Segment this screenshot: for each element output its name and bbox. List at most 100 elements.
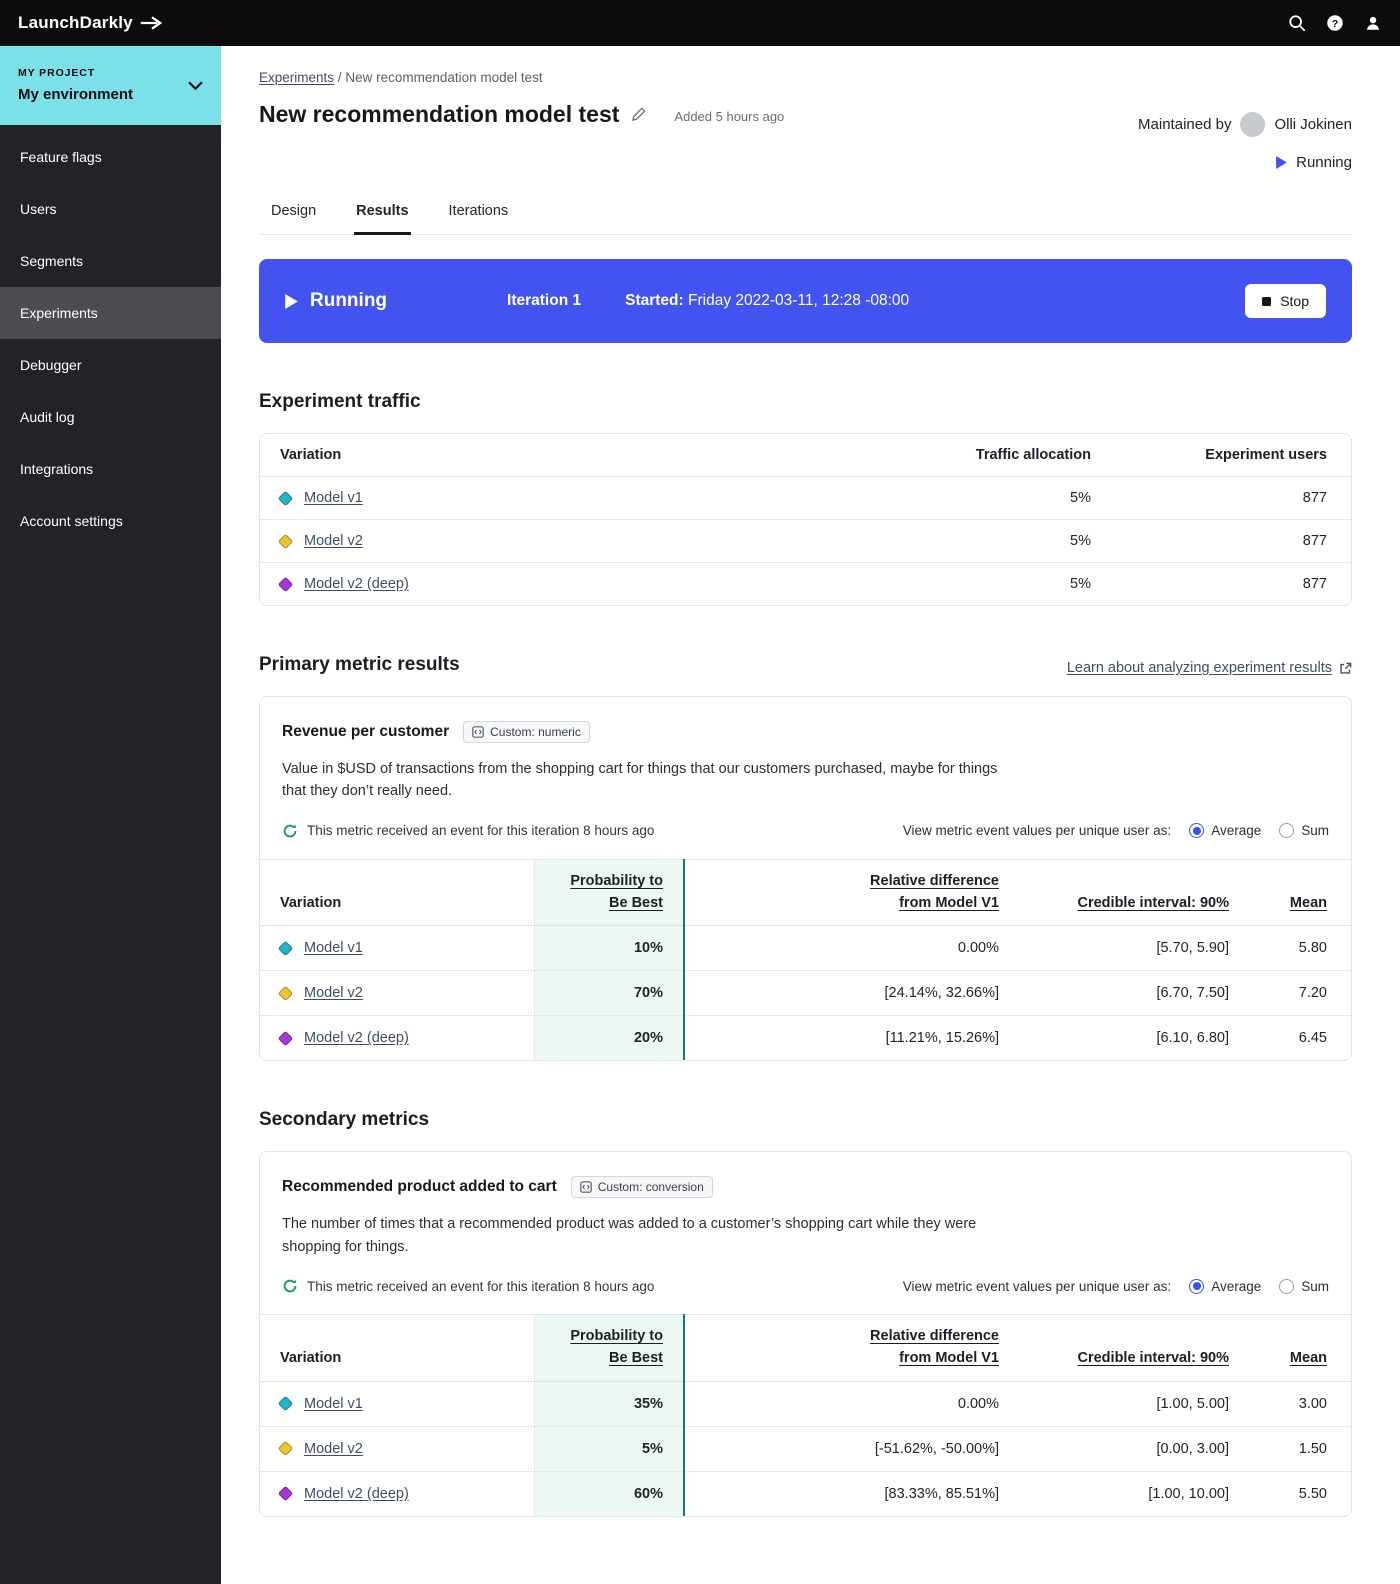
metric-kind-label: Custom: numeric [490,725,581,739]
radio-dot [1279,1278,1295,1294]
project-label: MY PROJECT [18,67,96,79]
mean-value: 7.20 [1249,970,1351,1016]
stop-button[interactable]: Stop [1245,284,1326,318]
radio-average[interactable]: Average [1189,1278,1261,1294]
tab-bar: Design Results Iterations [259,203,1352,235]
metric-head: Recommended product added to cart Custom… [282,1176,1329,1199]
secondary-metrics-heading: Secondary metrics [259,1109,430,1131]
variation-link[interactable]: Model v2 [304,985,363,1001]
learn-link-text: Learn about analyzing experiment results [1066,660,1332,676]
variation-link[interactable]: Model v1 [304,490,363,506]
col-traffic-allocation: Traffic allocation [975,447,1091,463]
iteration-banner: Running Iteration 1 Started: Friday 2022… [259,259,1352,343]
learn-link[interactable]: Learn about analyzing experiment results [1067,660,1352,676]
metric-name: Recommended product added to cart [282,1178,557,1196]
search-icon[interactable] [1288,14,1306,32]
credible-interval-value: [1.00, 5.00] [1019,1380,1249,1427]
page-header: Experiments / New recommendation model t… [259,70,1352,171]
breadcrumb: Experiments / New recommendation model t… [259,70,784,85]
avatar [1240,112,1266,137]
variation-link[interactable]: Model v1 [304,940,363,956]
metric-description: The number of times that a recommended p… [282,1216,977,1255]
external-link-icon [1339,662,1352,675]
metric-kind-badge: Custom: numeric [463,721,590,743]
variation-diamond-icon [277,1030,294,1047]
table-header-row: Variation Traffic allocation Experiment … [260,434,1351,477]
col-experiment-users: Experiment users [1205,447,1327,463]
variation-diamond-icon [277,985,294,1002]
probability-value: 35% [533,1380,685,1427]
breadcrumb-experiments-link[interactable]: Experiments [259,70,334,85]
sidebar-item-audit-log[interactable]: Audit log [0,391,221,443]
probability-value: 20% [533,1015,685,1061]
event-received-icon [282,1278,298,1294]
sidebar-item-account-settings[interactable]: Account settings [0,495,221,547]
radio-sum[interactable]: Sum [1279,1278,1329,1294]
edit-pencil-icon[interactable] [631,107,646,122]
col-probability-best: Probability to Be Best [533,858,685,927]
table-row: Model v2 (deep) 60% [83.33%, 85.51%] [1.… [260,1470,1351,1516]
experiment-traffic-heading: Experiment traffic [259,391,421,412]
variation-diamond-icon [277,1441,294,1457]
experiment-users-value: 877 [1111,562,1351,605]
view-as-label: View metric event values per unique user… [902,823,1172,839]
launchdarkly-logo[interactable]: LaunchDarkly [18,13,165,33]
stop-icon [1262,296,1272,306]
tab-design[interactable]: Design [269,203,318,235]
radio-average-label: Average [1211,823,1262,839]
variation-link[interactable]: Model v1 [304,1396,363,1412]
sidebar-item-users[interactable]: Users [0,183,221,235]
environment-switcher[interactable]: MY PROJECT My environment [0,46,221,125]
col-credible-interval: Credible interval: 90% [1019,858,1249,927]
variation-link[interactable]: Model v2 [304,533,363,549]
secondary-metric-card: Recommended product added to cart Custom… [259,1151,1352,1517]
environment-name: My environment [18,86,134,103]
variation-diamond-icon [277,940,294,957]
experiment-users-value: 877 [1111,519,1351,563]
variation-link[interactable]: Model v2 [304,1441,363,1457]
col-relative-difference: Relative difference from Model V1 [684,1314,1019,1382]
metric-card-top: Recommended product added to cart Custom… [260,1152,1351,1314]
iteration-label: Iteration 1 [507,292,582,309]
table-header-row: Variation Probability to Be Best Relativ… [260,1314,1351,1382]
custom-metric-icon [579,1181,592,1194]
tab-results[interactable]: Results [354,203,411,235]
col-mean: Mean [1249,858,1351,927]
mean-value: 3.00 [1249,1380,1351,1427]
traffic-allocation-value: 5% [811,519,1111,563]
table-header-row: Variation Probability to Be Best Relativ… [260,858,1351,927]
radio-sum-label: Sum [1301,823,1329,839]
page-header-right: Maintained by Olli Jokinen Running [1138,112,1352,171]
probability-value: 60% [533,1470,685,1516]
tab-iterations[interactable]: Iterations [447,203,511,235]
sidebar-item-debugger[interactable]: Debugger [0,339,221,391]
started-value: Friday 2022-03-11, 12:28 -08:00 [688,292,910,309]
sidebar-item-feature-flags[interactable]: Feature flags [0,131,221,183]
secondary-results-table: Variation Probability to Be Best Relativ… [260,1314,1351,1516]
metric-event-note: This metric received an event for this i… [282,1278,654,1294]
radio-sum-label: Sum [1301,1278,1329,1294]
sidebar-item-experiments[interactable]: Experiments [0,287,221,339]
radio-average[interactable]: Average [1189,823,1262,839]
chevron-down-icon [188,81,203,90]
banner-status-text: Running [310,290,388,311]
credible-interval-value: [5.70, 5.90] [1019,925,1249,971]
maintainer-name: Olli Jokinen [1274,116,1352,133]
view-as-control: View metric event values per unique user… [903,1278,1329,1294]
custom-metric-icon [472,726,484,738]
variation-link[interactable]: Model v2 (deep) [304,576,409,592]
mean-value: 5.50 [1249,1470,1351,1516]
metric-name: Revenue per customer [282,723,450,740]
metric-meta-row: This metric received an event for this i… [282,823,1329,839]
radio-sum[interactable]: Sum [1279,823,1329,839]
relative-difference-value: 0.00% [684,1380,1019,1427]
table-row: Model v1 5% 877 [260,476,1351,520]
sidebar-item-integrations[interactable]: Integrations [0,443,221,495]
help-icon[interactable]: ? [1326,14,1344,32]
user-icon[interactable] [1364,14,1382,32]
variation-link[interactable]: Model v2 (deep) [304,1030,409,1046]
variation-link[interactable]: Model v2 (deep) [304,1486,409,1502]
col-credible-interval: Credible interval: 90% [1019,1314,1249,1382]
sidebar-item-segments[interactable]: Segments [0,235,221,287]
radio-dot [1189,823,1205,839]
